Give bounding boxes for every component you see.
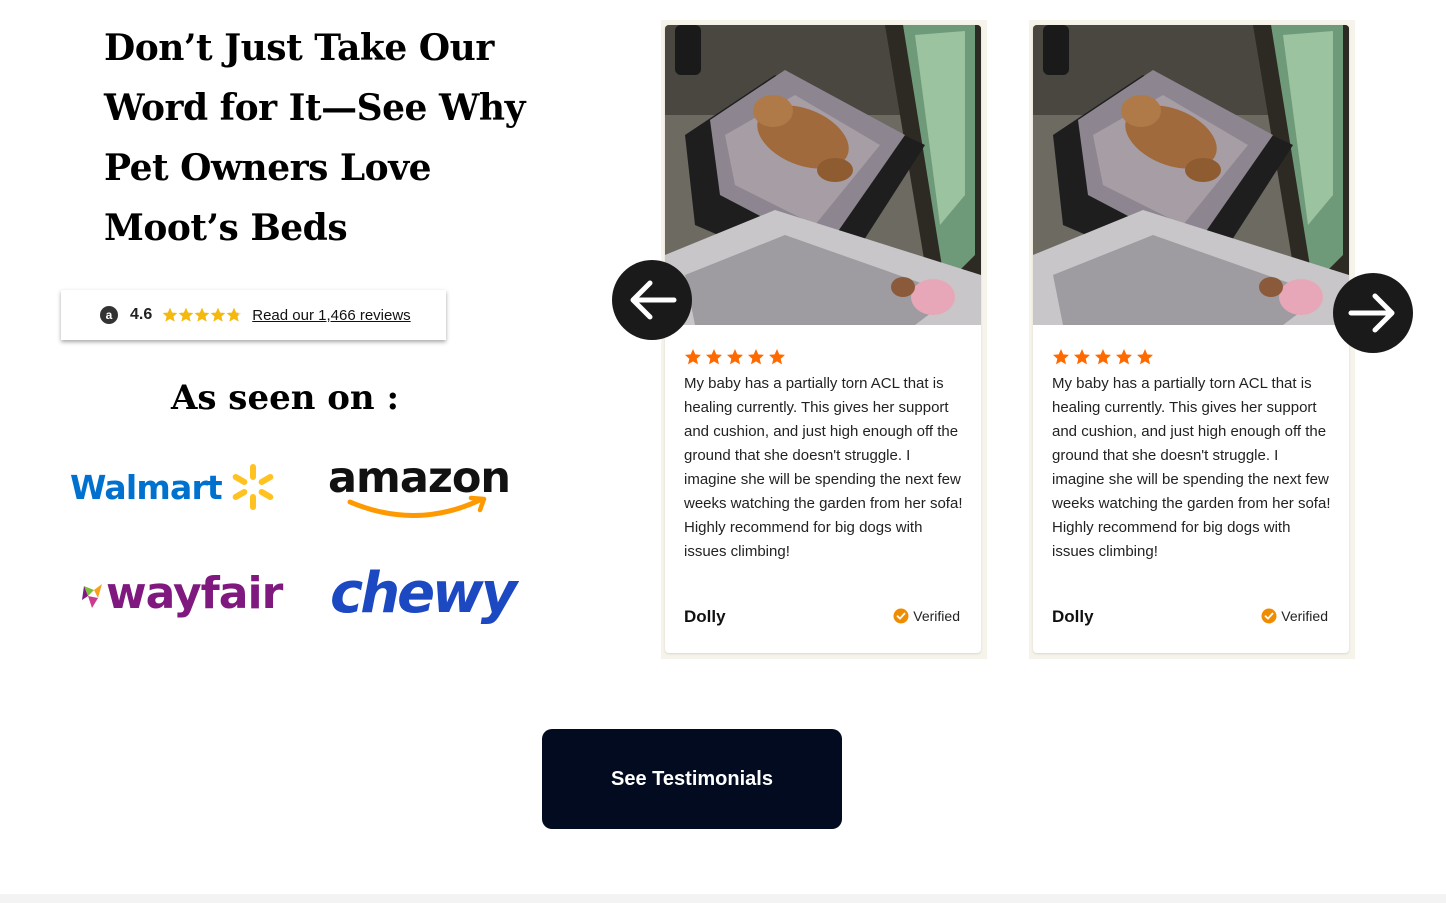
rating-value: 4.6: [130, 306, 153, 323]
review-card: My baby has a partially torn ACL that is…: [665, 25, 981, 653]
amazon-logo-text: amazon: [328, 453, 510, 503]
dog-on-bed-photo: [665, 25, 981, 325]
dog-on-bed-photo: [1033, 25, 1349, 325]
verified-check-icon: [1261, 608, 1277, 624]
chewy-logo-text: chewy: [330, 561, 517, 626]
walmart-spark-icon: [232, 464, 274, 510]
rating-stars-icon: [162, 307, 242, 322]
see-testimonials-button[interactable]: See Testimonials: [542, 729, 842, 829]
amazon-logo-mark: amazon: [328, 453, 511, 518]
walmart-logo: Walmart: [70, 462, 278, 512]
arrow-right-icon: [1348, 293, 1395, 333]
arrow-left-icon: [630, 280, 677, 320]
verified-badge: Verified: [893, 608, 960, 624]
review-author: Dolly: [684, 607, 726, 626]
review-text: My baby has a partially torn ACL that is…: [1052, 375, 1331, 560]
footer-divider: [0, 894, 1446, 903]
carousel-next-button[interactable]: [1333, 273, 1413, 353]
verified-label: Verified: [1281, 608, 1328, 624]
rating-stars: [162, 307, 242, 323]
review-card-frame: My baby has a partially torn ACL that is…: [1029, 20, 1355, 659]
wayfair-logo-text: wayfair: [106, 568, 283, 619]
verified-badge: Verified: [1261, 608, 1328, 624]
review-author: Dolly: [1052, 607, 1094, 626]
wayfair-pinwheel-icon: [82, 584, 102, 608]
section-headline: Don’t Just Take Our Word for It—See Why …: [104, 27, 526, 249]
read-reviews-link[interactable]: Read our 1,466 reviews: [252, 307, 410, 324]
review-card-frame: My baby has a partially torn ACL that is…: [661, 20, 987, 659]
amazon-badge-icon: a: [100, 306, 118, 324]
verified-label: Verified: [913, 608, 960, 624]
wayfair-logo: wayfair: [82, 568, 283, 619]
as-seen-on-title: As seen on :: [170, 378, 400, 418]
review-card: My baby has a partially torn ACL that is…: [1033, 25, 1349, 653]
five-star-icon: [685, 349, 785, 365]
amazon-rating-widget: a 4.6 Read our 1,466 reviews: [61, 290, 446, 340]
review-stars: [1052, 348, 1156, 366]
review-stars: [684, 348, 788, 366]
chewy-logo: chewy: [330, 561, 517, 626]
verified-check-icon: [893, 608, 909, 624]
amazon-logo: amazon: [328, 452, 513, 520]
walmart-logo-text: Walmart: [70, 467, 223, 507]
review-text: My baby has a partially torn ACL that is…: [684, 375, 963, 560]
five-star-icon: [1053, 349, 1153, 365]
carousel-prev-button[interactable]: [612, 260, 692, 340]
